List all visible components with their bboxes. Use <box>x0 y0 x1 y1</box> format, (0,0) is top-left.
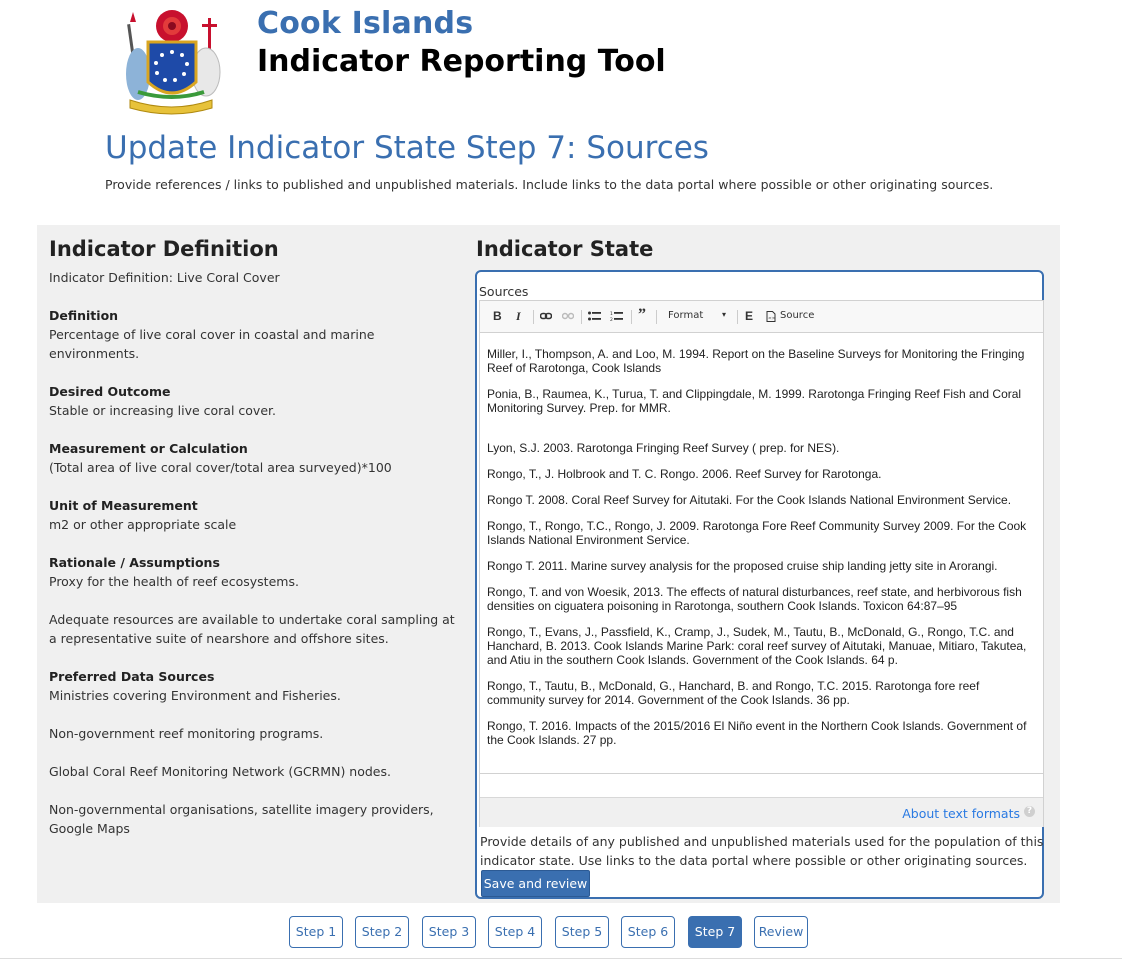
svg-text:1: 1 <box>610 311 613 317</box>
source-entry: Rongo T. 2011. Marine survey analysis fo… <box>487 559 998 573</box>
definition-block: Desired Outcome Stable or increasing live… <box>49 382 459 420</box>
source-icon[interactable]: <> <box>766 311 776 322</box>
indicator-definition-column: Indicator Definition Indicator Definitio… <box>49 237 459 857</box>
unlink-icon[interactable] <box>562 311 574 321</box>
help-icon[interactable]: ? <box>1024 806 1035 817</box>
embed-icon[interactable]: E <box>745 309 753 323</box>
text-formats-bar: About text formats ? <box>480 797 1043 827</box>
definition-block: Adequate resources are available to unde… <box>49 610 459 648</box>
toolbar-separator <box>533 310 534 324</box>
svg-text:2: 2 <box>610 317 613 322</box>
source-entry: Rongo, T., Rongo, T.C., Rongo, J. 2009. … <box>487 519 1027 547</box>
source-entry: Miller, I., Thompson, A. and Loo, M. 199… <box>487 347 1025 375</box>
definition-block-heading: Preferred Data Sources <box>49 669 215 684</box>
source-entry: Rongo, T. and von Woesik, 2013. The effe… <box>487 585 1022 613</box>
definition-block-heading: Unit of Measurement <box>49 498 198 513</box>
cook-islands-coat-of-arms-logo <box>126 10 221 115</box>
definition-block-text: Stable or increasing live coral cover. <box>49 403 276 418</box>
definition-block-heading: Measurement or Calculation <box>49 441 248 456</box>
definition-block: Unit of Measurement m2 or other appropria… <box>49 496 459 534</box>
definition-block-text: Global Coral Reef Monitoring Network (GC… <box>49 764 391 779</box>
step-5-button[interactable]: Step 5 <box>555 916 609 948</box>
state-heading: Indicator State <box>476 237 654 261</box>
step-3-button[interactable]: Step 3 <box>422 916 476 948</box>
bold-icon[interactable]: B <box>493 309 502 323</box>
step-2-button[interactable]: Step 2 <box>355 916 409 948</box>
source-button[interactable]: Source <box>780 310 814 321</box>
bulleted-list-icon[interactable] <box>588 311 601 322</box>
definition-block-heading: Rationale / Assumptions <box>49 555 220 570</box>
source-entry: Rongo, T., Evans, J., Passfield, K., Cra… <box>487 625 1027 667</box>
save-and-review-button[interactable]: Save and review <box>481 870 590 897</box>
definition-block: Preferred Data Sources Ministries coverin… <box>49 667 459 705</box>
page-divider <box>0 958 1122 959</box>
sources-label: Sources <box>479 284 529 299</box>
link-icon[interactable] <box>540 311 552 321</box>
definition-blocks: Definition Percentage of live coral cover… <box>49 306 459 838</box>
step-6-button[interactable]: Step 6 <box>621 916 675 948</box>
review-button[interactable]: Review <box>754 916 808 948</box>
svg-text:<>: <> <box>768 316 776 322</box>
definition-block-heading: Desired Outcome <box>49 384 171 399</box>
definition-block-text: Non-governmental organisations, satellit… <box>49 802 434 836</box>
definition-block: Non-governmental organisations, satellit… <box>49 800 459 838</box>
source-entry: Rongo T. 2008. Coral Reef Survey for Ait… <box>487 493 1012 507</box>
step-7-button[interactable]: Step 7 <box>688 916 742 948</box>
italic-icon[interactable]: I <box>516 309 521 324</box>
source-entry: Ponia, B., Raumea, K., Turua, T. and Cli… <box>487 387 1022 415</box>
blockquote-icon[interactable]: ” <box>638 306 646 324</box>
editor-toolbar: B I 1 2 ” Format ▾ E <> Source <box>480 301 1043 333</box>
definition-block-text: Non-government reef monitoring programs. <box>49 726 324 741</box>
source-entry: Rongo, T. 2016. Impacts of the 2015/2016… <box>487 719 1027 747</box>
definition-block: Definition Percentage of live coral cover… <box>49 306 459 363</box>
step-4-button[interactable]: Step 4 <box>488 916 542 948</box>
step-1-button[interactable]: Step 1 <box>289 916 343 948</box>
toolbar-separator <box>581 310 582 324</box>
definition-block-heading: Definition <box>49 308 119 323</box>
definition-block: Measurement or Calculation (Total area of… <box>49 439 459 477</box>
definition-block: Rationale / Assumptions Proxy for the hea… <box>49 553 459 591</box>
definition-block-text: m2 or other appropriate scale <box>49 517 237 532</box>
site-name[interactable]: Cook Islands <box>257 6 473 41</box>
toolbar-separator <box>631 310 632 324</box>
definition-block: Global Coral Reef Monitoring Network (GC… <box>49 762 459 781</box>
source-entry: Rongo, T., J. Holbrook and T. C. Rongo. … <box>487 467 882 481</box>
definition-block-text: (Total area of live coral cover/total ar… <box>49 460 392 475</box>
about-text-formats-link[interactable]: About text formats <box>902 806 1020 821</box>
step-navigation: Step 1 Step 2 Step 3 Step 4 Step 5 Step … <box>0 916 1122 948</box>
definition-block-text: Proxy for the health of reef ecosystems. <box>49 574 299 589</box>
toolbar-separator <box>737 310 738 324</box>
source-entry: Lyon, S.J. 2003. Rarotonga Fringing Reef… <box>487 441 840 455</box>
definition-block: Non-government reef monitoring programs. <box>49 724 459 743</box>
page-title: Update Indicator State Step 7: Sources <box>105 130 709 166</box>
definition-block-text: Adequate resources are available to unde… <box>49 612 455 646</box>
definition-block-text: Ministries covering Environment and Fish… <box>49 688 341 703</box>
definition-subtitle: Indicator Definition: Live Coral Cover <box>49 270 280 285</box>
sources-help-text: Provide details of any published and unp… <box>480 834 1044 868</box>
page-intro: Provide references / links to published … <box>105 177 994 192</box>
site-slogan: Indicator Reporting Tool <box>257 44 666 79</box>
numbered-list-icon[interactable]: 1 2 <box>610 311 623 322</box>
definition-block-text: Percentage of live coral cover in coasta… <box>49 327 375 361</box>
source-entry: Rongo, T., Tautu, B., McDonald, G., Hanc… <box>487 679 980 707</box>
editor-resize-area <box>480 773 1043 797</box>
toolbar-separator <box>656 310 657 324</box>
format-dropdown[interactable]: Format <box>668 310 703 321</box>
chevron-down-icon[interactable]: ▾ <box>722 310 726 319</box>
definition-heading: Indicator Definition <box>49 237 279 261</box>
